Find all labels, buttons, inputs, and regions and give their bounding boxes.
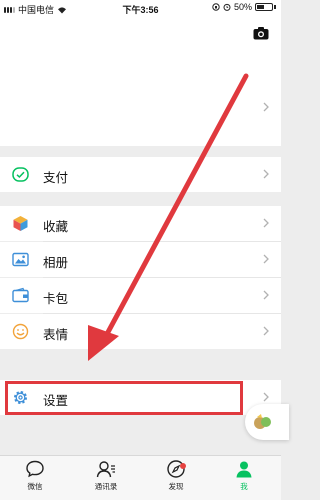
menu-item-cards[interactable]: 卡包 [0, 278, 281, 313]
tab-label: 发现 [168, 482, 184, 491]
status-right: 50% [212, 2, 276, 12]
tab-label: 微信 [27, 482, 43, 491]
notification-badge [180, 463, 186, 469]
alarm-icon [223, 3, 231, 11]
orientation-lock-icon [212, 3, 220, 11]
tab-me[interactable]: 我 [214, 459, 274, 492]
menu-item-settings[interactable]: 设置 [0, 380, 281, 415]
status-bar: 中国电信 下午3:56 50% [0, 0, 281, 16]
battery-percent: 50% [233, 2, 252, 12]
menu-item-album[interactable]: 相册 [0, 242, 281, 277]
menu-label: 设置 [43, 394, 69, 408]
compass-icon [167, 460, 185, 478]
menu-item-pay[interactable]: 支付 [0, 157, 281, 192]
tab-bar: 微信 通讯录 发现 我 [0, 455, 281, 500]
chat-bubble-icon [26, 460, 44, 478]
chevron-right-icon [263, 218, 269, 228]
chevron-right-icon [263, 102, 269, 112]
menu-label: 卡包 [43, 292, 69, 306]
profile-header[interactable] [0, 16, 281, 146]
person-icon [236, 461, 252, 478]
floating-bubble[interactable] [245, 404, 289, 440]
menu-label: 支付 [43, 171, 69, 185]
battery-icon [255, 3, 273, 11]
menu-label: 收藏 [43, 220, 69, 234]
cube-icon [13, 216, 28, 231]
chevron-right-icon [263, 254, 269, 264]
image-icon [12, 252, 29, 267]
chevron-right-icon [263, 290, 269, 300]
menu-label: 相册 [43, 256, 69, 270]
wallet-icon [12, 287, 29, 303]
gear-icon [14, 391, 27, 404]
tab-label: 我 [240, 482, 248, 491]
tab-contacts[interactable]: 通讯录 [76, 459, 136, 492]
contacts-icon [96, 461, 115, 478]
tab-chats[interactable]: 微信 [5, 459, 65, 492]
chevron-right-icon [263, 169, 269, 179]
smile-icon [12, 323, 29, 340]
chevron-right-icon [263, 392, 269, 402]
tab-label: 通讯录 [94, 482, 118, 491]
pay-check-icon [12, 167, 29, 182]
menu-item-favorites[interactable]: 收藏 [0, 206, 281, 241]
menu-label: 表情 [43, 328, 69, 342]
floating-window-icon [254, 414, 271, 429]
tab-discover[interactable]: 发现 [146, 459, 206, 492]
chevron-right-icon [263, 326, 269, 336]
menu-item-stickers[interactable]: 表情 [0, 314, 281, 349]
camera-icon[interactable] [253, 26, 269, 40]
